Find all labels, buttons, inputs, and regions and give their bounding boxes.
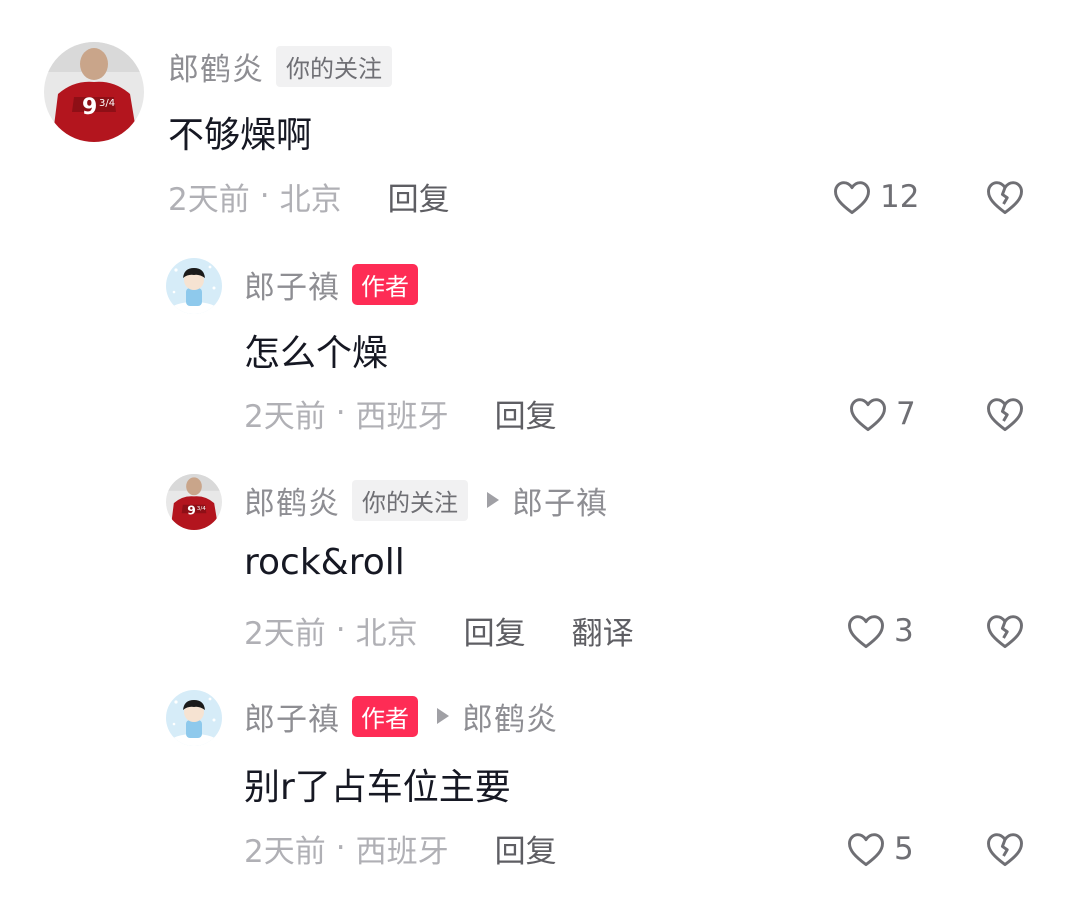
heart-outline-icon bbox=[846, 392, 890, 436]
author-badge: 作者 bbox=[352, 263, 418, 305]
avatar-image bbox=[166, 258, 222, 314]
reply-to-username[interactable]: 郎子禛 bbox=[512, 478, 608, 523]
reply-button[interactable]: 回复 bbox=[495, 391, 557, 436]
timestamp: 2天前 bbox=[244, 398, 326, 435]
like-button[interactable]: 12 bbox=[830, 172, 919, 222]
username[interactable]: 郎子禛 bbox=[244, 262, 340, 307]
heart-outline-icon bbox=[830, 175, 874, 219]
reply-button[interactable]: 回复 bbox=[495, 826, 557, 871]
timestamp: 2天前 bbox=[244, 615, 326, 652]
reply-text: rock&roll bbox=[244, 542, 405, 583]
reply-header: 郎鹤炎 你的关注 郎子禛 bbox=[244, 478, 608, 522]
location: 北京 bbox=[279, 181, 342, 218]
reply-meta: 2天前 · 北京 回复 翻译 bbox=[244, 608, 634, 652]
like-button[interactable]: 3 bbox=[844, 606, 914, 656]
like-count: 7 bbox=[896, 396, 916, 432]
location: 西班牙 bbox=[355, 398, 449, 435]
location: 北京 bbox=[355, 615, 418, 652]
timestamp: 2天前 bbox=[168, 181, 250, 218]
comment-header: 郎鹤炎 你的关注 bbox=[168, 44, 392, 88]
like-button[interactable]: 7 bbox=[846, 389, 916, 439]
separator: · bbox=[335, 830, 346, 866]
broken-heart-icon bbox=[987, 181, 1023, 215]
play-triangle-icon bbox=[486, 491, 500, 509]
reply-header: 郎子禛 作者 郎鹤炎 bbox=[244, 694, 558, 738]
avatar-image: 9 3/4 bbox=[44, 42, 144, 142]
username[interactable]: 郎子禛 bbox=[244, 694, 340, 739]
dislike-button[interactable] bbox=[983, 392, 1027, 436]
heart-outline-icon bbox=[844, 609, 888, 653]
avatar[interactable] bbox=[166, 258, 222, 314]
following-badge: 你的关注 bbox=[352, 479, 468, 521]
reply-button[interactable]: 回复 bbox=[388, 174, 450, 219]
reply-text: 别r了占车位主要 bbox=[244, 767, 511, 808]
broken-heart-icon bbox=[987, 833, 1023, 867]
timestamp: 2天前 bbox=[244, 833, 326, 870]
avatar[interactable]: 9 3/4 bbox=[44, 42, 144, 142]
avatar-image bbox=[166, 690, 222, 746]
like-count: 12 bbox=[880, 179, 920, 215]
broken-heart-icon bbox=[987, 398, 1023, 432]
like-count: 5 bbox=[894, 831, 914, 867]
avatar[interactable]: 9 3/4 bbox=[166, 474, 222, 530]
separator: · bbox=[259, 178, 270, 214]
like-button[interactable]: 5 bbox=[844, 824, 914, 874]
comment-text: 不够燥啊 bbox=[168, 115, 313, 156]
reply-header: 郎子禛 作者 bbox=[244, 262, 418, 306]
separator: · bbox=[335, 612, 346, 648]
reply-meta: 2天前 · 西班牙 回复 bbox=[244, 391, 557, 435]
author-badge: 作者 bbox=[352, 695, 418, 737]
location: 西班牙 bbox=[355, 833, 449, 870]
separator: · bbox=[335, 395, 346, 431]
heart-outline-icon bbox=[844, 827, 888, 871]
svg-text:3/4: 3/4 bbox=[99, 98, 115, 109]
reply-meta: 2天前 · 西班牙 回复 bbox=[244, 826, 557, 870]
reply-text: 怎么个燥 bbox=[244, 333, 389, 374]
svg-text:9: 9 bbox=[82, 95, 97, 120]
dislike-button[interactable] bbox=[983, 827, 1027, 871]
broken-heart-icon bbox=[987, 615, 1023, 649]
svg-text:9: 9 bbox=[187, 503, 196, 517]
username[interactable]: 郎鹤炎 bbox=[244, 478, 340, 523]
translate-button[interactable]: 翻译 bbox=[572, 608, 634, 653]
following-badge: 你的关注 bbox=[276, 45, 392, 87]
reply-button[interactable]: 回复 bbox=[464, 608, 526, 653]
username[interactable]: 郎鹤炎 bbox=[168, 44, 264, 89]
avatar[interactable] bbox=[166, 690, 222, 746]
play-triangle-icon bbox=[436, 707, 450, 725]
like-count: 3 bbox=[894, 613, 914, 649]
comment-meta: 2天前 · 北京 回复 bbox=[168, 174, 450, 218]
dislike-button[interactable] bbox=[983, 609, 1027, 653]
dislike-button[interactable] bbox=[983, 175, 1027, 219]
reply-to-username[interactable]: 郎鹤炎 bbox=[462, 694, 558, 739]
svg-text:3/4: 3/4 bbox=[197, 506, 206, 512]
avatar-image: 9 3/4 bbox=[166, 474, 222, 530]
